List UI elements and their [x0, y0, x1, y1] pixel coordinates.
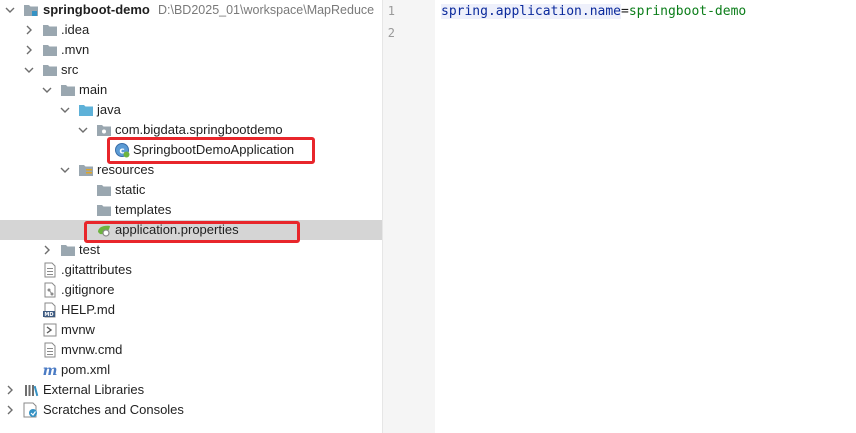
tree-item-mvnw-cmd[interactable]: mvnw.cmd — [0, 340, 382, 360]
tree-item-label: .idea — [61, 22, 90, 37]
tree-item-label: .gitattributes — [61, 262, 132, 277]
text-file-icon — [42, 340, 58, 360]
tree-item-templates[interactable]: templates — [0, 200, 382, 220]
editor-content[interactable]: spring.application.name=springboot-demo — [441, 3, 746, 21]
tree-item-gitignore[interactable]: .gitignore — [0, 280, 382, 300]
tree-item-label: .mvn — [61, 42, 90, 57]
tree-item-label: templates — [115, 202, 172, 217]
tree-item-label: HELP.md — [61, 302, 115, 317]
tree-item-mvn[interactable]: .mvn — [0, 40, 382, 60]
tree-item-label: test — [79, 242, 100, 257]
resources-folder-icon — [78, 160, 94, 180]
chevron-down-icon[interactable] — [59, 160, 71, 180]
tree-item-label: pom.xml — [61, 362, 111, 377]
tree-item-gitattributes[interactable]: .gitattributes — [0, 260, 382, 280]
tree-item-label: .gitignore — [61, 282, 115, 297]
tree-item-mvnw[interactable]: mvnw — [0, 320, 382, 340]
tree-item-src[interactable]: src — [0, 60, 382, 80]
tree-item-static[interactable]: static — [0, 180, 382, 200]
folder-icon — [42, 40, 58, 60]
chevron-right-icon[interactable] — [23, 40, 35, 60]
line-number: 1 — [387, 4, 395, 18]
editor-gutter: 1 2 — [383, 0, 435, 433]
libraries-icon — [23, 380, 39, 400]
tree-item-external-libraries[interactable]: External Libraries — [0, 380, 382, 400]
shell-script-icon — [42, 320, 58, 340]
folder-icon — [60, 240, 76, 260]
markdown-file-icon: MD — [42, 300, 58, 320]
tree-item-pom-xml[interactable]: m pom.xml — [0, 360, 382, 380]
tree-item-label: mvnw.cmd — [61, 342, 123, 357]
chevron-right-icon[interactable] — [41, 240, 53, 260]
project-tree: springboot-demo D:\BD2025_01\workspace\M… — [0, 0, 382, 433]
chevron-right-icon[interactable] — [4, 400, 16, 420]
chevron-down-icon[interactable] — [77, 120, 89, 140]
chevron-down-icon[interactable] — [41, 80, 53, 100]
maven-icon: m — [42, 360, 58, 380]
folder-icon — [96, 200, 112, 220]
folder-icon — [96, 180, 112, 200]
tree-item-label: Scratches and Consoles — [43, 402, 184, 417]
property-separator: = — [621, 4, 629, 19]
tree-item-label: com.bigdata.springbootdemo — [115, 122, 283, 137]
tree-item-label: mvnw — [61, 322, 95, 337]
tree-item-idea[interactable]: .idea — [0, 20, 382, 40]
folder-icon — [42, 60, 58, 80]
property-key: spring.application.name — [441, 4, 622, 19]
chevron-right-icon[interactable] — [23, 20, 35, 40]
tree-item-label: static — [115, 182, 146, 197]
line-number: 2 — [387, 26, 395, 40]
source-folder-icon — [78, 100, 94, 120]
folder-icon — [42, 20, 58, 40]
scratches-icon — [23, 400, 39, 420]
gitignore-file-icon — [42, 280, 58, 300]
svg-text:m: m — [43, 363, 58, 378]
tree-item-label: springboot-demo — [43, 2, 150, 17]
tree-item-label: java — [97, 102, 121, 117]
chevron-down-icon[interactable] — [59, 100, 71, 120]
tree-item-label: resources — [97, 162, 155, 177]
tree-item-test[interactable]: test — [0, 240, 382, 260]
tree-item-scratches-and-consoles[interactable]: Scratches and Consoles — [0, 400, 382, 420]
chevron-down-icon[interactable] — [4, 0, 16, 20]
folder-icon — [60, 80, 76, 100]
tree-item-main[interactable]: main — [0, 80, 382, 100]
tree-item-label: External Libraries — [43, 382, 145, 397]
chevron-down-icon[interactable] — [23, 60, 35, 80]
svg-text:MD: MD — [44, 312, 53, 318]
project-path: D:\BD2025_01\workspace\MapReduce — [158, 3, 375, 17]
tree-item-label: main — [79, 82, 108, 97]
chevron-right-icon[interactable] — [4, 380, 16, 400]
text-file-icon — [42, 260, 58, 280]
tree-item-java[interactable]: java — [0, 100, 382, 120]
module-folder-icon — [23, 0, 39, 20]
property-value: springboot-demo — [628, 4, 747, 19]
tree-item-springboot-demo[interactable]: springboot-demo D:\BD2025_01\workspace\M… — [0, 0, 382, 20]
highlight-box-application-class — [107, 137, 315, 164]
tree-item-help-md[interactable]: MD HELP.md — [0, 300, 382, 320]
highlight-box-application-properties — [84, 221, 300, 243]
tree-item-label: src — [61, 62, 79, 77]
